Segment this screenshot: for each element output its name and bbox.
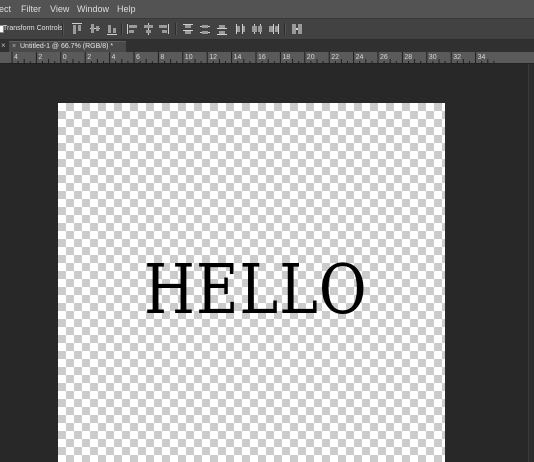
ruler-label: 2 <box>87 54 91 61</box>
distribute-bottom-edges-icon[interactable] <box>216 22 228 36</box>
ruler-label: 2 <box>38 54 42 61</box>
document-tab-bar: × × Untitled-1 @ 66.7% (RGB/8) * <box>0 40 534 52</box>
distribute-horizontal-centers-icon[interactable] <box>251 22 263 36</box>
separator <box>175 23 177 35</box>
align-horizontal-centers-icon[interactable] <box>142 22 154 36</box>
document-tab[interactable]: × Untitled-1 @ 66.7% (RGB/8) * <box>9 41 126 52</box>
align-bottom-edges-icon[interactable] <box>106 22 118 36</box>
document-tab-title: Untitled-1 @ 66.7% (RGB/8) * <box>20 43 114 50</box>
ruler-label: 10 <box>185 54 193 61</box>
separator <box>121 23 123 35</box>
ruler-label: 14 <box>234 54 242 61</box>
ruler-label: 30 <box>429 54 437 61</box>
align-right-edges-icon[interactable] <box>158 22 170 36</box>
menu-bar: ect Filter View Window Help <box>0 0 534 18</box>
menu-view[interactable]: View <box>50 0 69 18</box>
ruler-label: 34 <box>478 54 486 61</box>
ruler-label: 12 <box>209 54 217 61</box>
menu-filter[interactable]: Filter <box>21 0 41 18</box>
distribute-left-edges-icon[interactable] <box>234 22 246 36</box>
transform-controls-label: Transform Controls <box>3 25 63 32</box>
hello-text-layer[interactable]: HELLO <box>144 256 367 326</box>
ruler-label: 26 <box>380 54 388 61</box>
auto-align-layers-icon[interactable] <box>291 22 303 36</box>
panel-close-icon[interactable]: × <box>1 40 6 52</box>
ruler-label: 8 <box>160 54 164 61</box>
ruler-label: 6 <box>136 54 140 61</box>
align-vertical-centers-icon[interactable] <box>89 22 101 36</box>
separator <box>284 23 286 35</box>
ruler-label: 4 <box>112 54 116 61</box>
vertical-scrollbar[interactable] <box>528 64 534 462</box>
ruler-label: 20 <box>307 54 315 61</box>
menu-select[interactable]: ect <box>0 0 11 18</box>
distribute-top-edges-icon[interactable] <box>182 22 194 36</box>
ruler-label: 16 <box>258 54 266 61</box>
horizontal-ruler[interactable]: 4 2 0 2 4 6 8 10 12 14 16 18 20 22 24 26 28 30 32 34 <box>0 52 534 64</box>
ruler-label: 0 <box>63 54 67 61</box>
ruler-label: 4 <box>14 54 18 61</box>
ruler-label: 22 <box>331 54 339 61</box>
align-top-edges-icon[interactable] <box>71 22 83 36</box>
close-icon[interactable]: × <box>12 42 16 52</box>
ruler-label: 24 <box>356 54 364 61</box>
distribute-vertical-centers-icon[interactable] <box>199 22 211 36</box>
options-bar: Transform Controls <box>0 18 534 40</box>
align-left-edges-icon[interactable] <box>126 22 138 36</box>
ruler-label: 18 <box>282 54 290 61</box>
document-canvas[interactable]: HELLO <box>58 103 445 462</box>
ruler-label: 28 <box>404 54 412 61</box>
ruler-ticks: 4 2 0 2 4 6 8 10 12 14 16 18 20 22 24 26 28 30 32 34 <box>11 52 495 64</box>
distribute-right-edges-icon[interactable] <box>268 22 280 36</box>
separator <box>62 23 64 35</box>
ruler-label: 32 <box>453 54 461 61</box>
menu-window[interactable]: Window <box>77 0 109 18</box>
menu-help[interactable]: Help <box>117 0 136 18</box>
